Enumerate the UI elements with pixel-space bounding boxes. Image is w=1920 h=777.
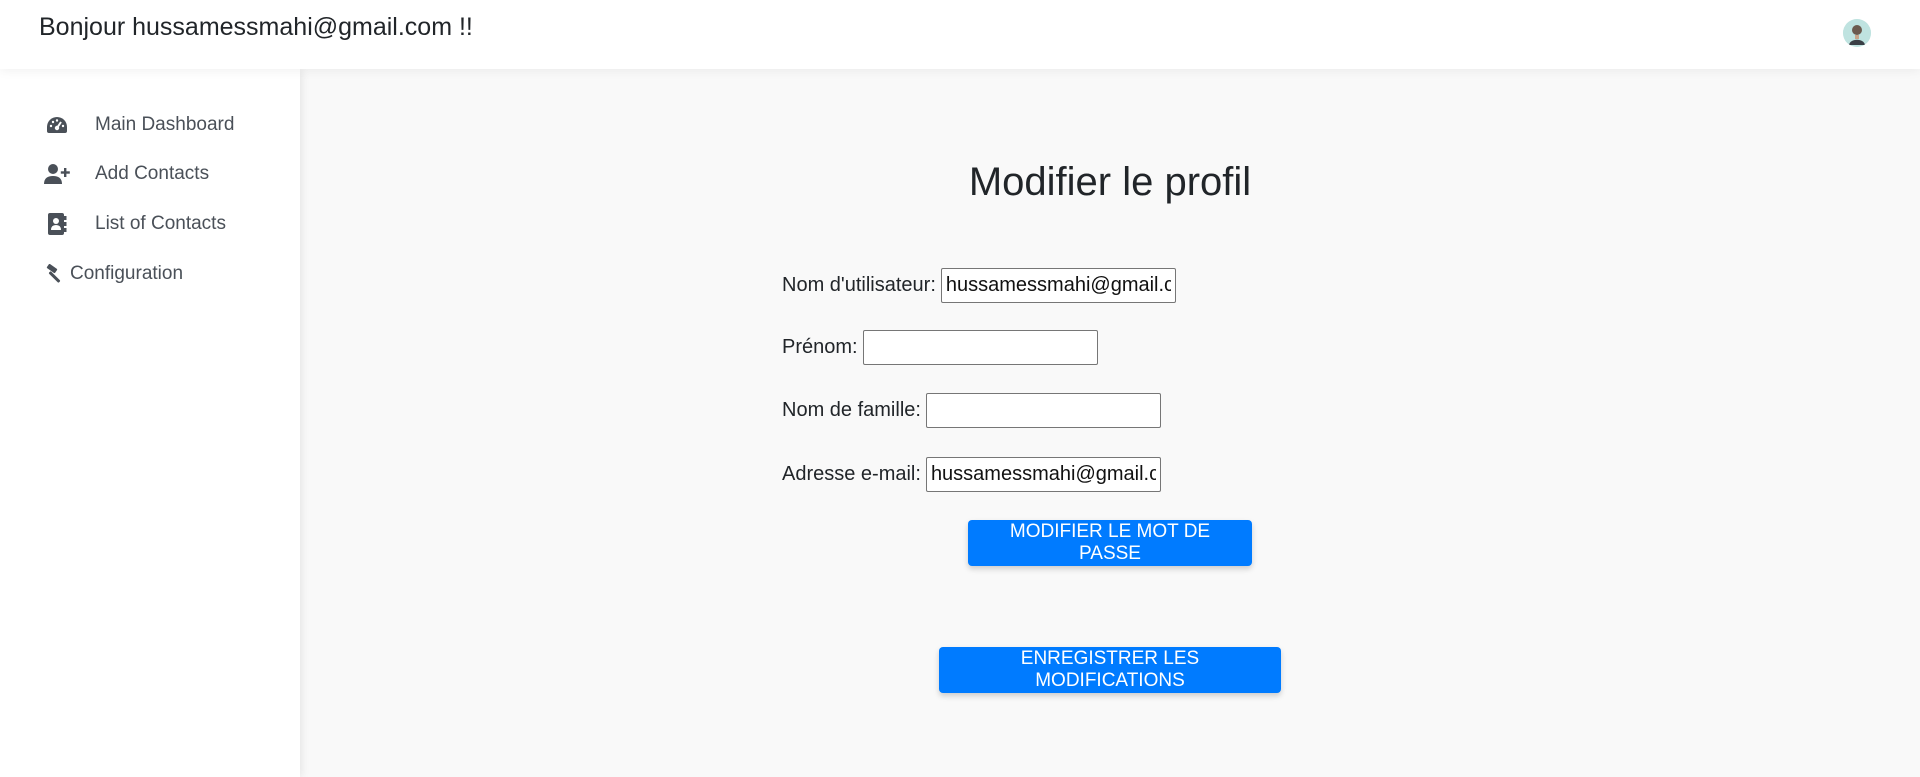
username-row: Nom d'utilisateur: <box>782 268 1176 303</box>
user-avatar[interactable] <box>1843 19 1871 47</box>
top-navbar: Bonjour hussamessmahi@gmail.com !! <box>0 0 1920 69</box>
sidebar-item-label: Add Contacts <box>95 163 210 184</box>
first-name-row: Prénom: <box>782 330 1098 365</box>
greeting-text: Bonjour hussamessmahi@gmail.com !! <box>39 13 473 41</box>
sidebar-item-label: Main Dashboard <box>95 114 235 135</box>
email-input[interactable] <box>925 457 1161 492</box>
sidebar-item-add-contacts[interactable]: Add Contacts <box>44 158 209 190</box>
save-changes-button[interactable]: ENREGISTRER LES MODIFICATIONS <box>939 647 1281 693</box>
email-row: Adresse e-mail: <box>782 457 1161 492</box>
last-name-row: Nom de famille: <box>782 393 1161 428</box>
dashboard-gauge-icon <box>44 112 70 138</box>
sidebar: Main Dashboard Add Contacts List of Cont <box>0 69 300 777</box>
sidebar-item-list-of-contacts[interactable]: List of Contacts <box>44 208 226 240</box>
address-book-icon <box>44 211 70 237</box>
sidebar-item-configuration[interactable]: Configuration <box>44 258 183 290</box>
user-plus-icon <box>44 161 70 187</box>
email-label: Adresse e-mail: <box>782 463 921 485</box>
hammer-icon <box>44 261 70 287</box>
last-name-label: Nom de famille: <box>782 399 921 421</box>
page-title: Modifier le profil <box>968 160 1252 204</box>
change-password-button[interactable]: MODIFIER LE MOT DE PASSE <box>968 520 1252 566</box>
avatar-image <box>1843 19 1871 47</box>
username-input[interactable] <box>940 268 1176 303</box>
first-name-input[interactable] <box>862 330 1098 365</box>
last-name-input[interactable] <box>925 393 1161 428</box>
username-label: Nom d'utilisateur: <box>782 274 936 296</box>
sidebar-item-label: Configuration <box>70 263 184 284</box>
sidebar-item-main-dashboard[interactable]: Main Dashboard <box>44 109 234 141</box>
sidebar-item-label: List of Contacts <box>95 213 226 234</box>
first-name-label: Prénom: <box>782 336 858 358</box>
